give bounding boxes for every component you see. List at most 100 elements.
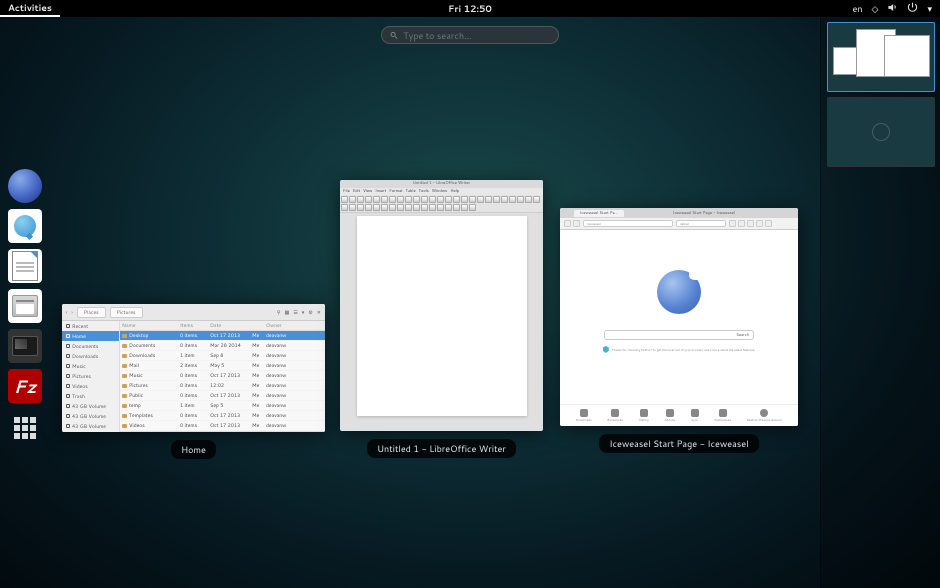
toolbar-button[interactable]	[517, 196, 524, 203]
gear-icon[interactable]: ⚙	[308, 309, 312, 316]
toolbar-button[interactable]	[341, 196, 348, 203]
menu-item[interactable]: File	[343, 189, 350, 194]
window-files[interactable]: ‹ › Places Pictures ⚲ ▦ ☰ ▾ ⚙ ✕ RecentHo…	[62, 304, 325, 459]
sidebar-item[interactable]: Trash	[62, 391, 119, 401]
dock-libreoffice[interactable]	[7, 248, 43, 284]
toolbar-button[interactable]	[357, 196, 364, 203]
toolbar-button[interactable]	[381, 196, 388, 203]
workspace-1[interactable]	[827, 22, 935, 92]
toolbar-button[interactable]	[373, 204, 380, 211]
toolbar-button[interactable]	[453, 196, 460, 203]
toolbar-button[interactable]	[437, 204, 444, 211]
sidebar-item[interactable]: Music	[62, 361, 119, 371]
menu-item[interactable]: Window	[432, 189, 448, 194]
apps-grid-button[interactable]	[11, 414, 39, 442]
toolbar-button[interactable]	[413, 196, 420, 203]
sidebar-item[interactable]: Downloads	[62, 351, 119, 361]
table-row[interactable]: Music0 itemsOct 17 2013Medeavanw	[120, 371, 325, 381]
toolbar-button[interactable]	[461, 196, 468, 203]
table-row[interactable]: Videos0 itemsOct 17 2013Medeavanw	[120, 421, 325, 431]
dock-terminal[interactable]	[7, 328, 43, 364]
bookmark-button[interactable]	[756, 220, 763, 227]
home-button[interactable]	[738, 220, 745, 227]
clock[interactable]: Fri 12:50	[448, 2, 492, 15]
writer-toolbar[interactable]	[340, 195, 543, 213]
table-row[interactable]: Pictures0 items12:02Medeavanw	[120, 381, 325, 391]
view-grid-icon[interactable]: ▦	[285, 309, 290, 316]
footer-item[interactable]: Bookmarks	[607, 409, 623, 422]
overview-search[interactable]	[381, 26, 559, 44]
volume-icon[interactable]	[887, 2, 898, 16]
toolbar-button[interactable]	[533, 196, 540, 203]
toolbar-button[interactable]	[381, 204, 388, 211]
back-button[interactable]	[564, 220, 571, 227]
reload-button[interactable]	[729, 220, 736, 227]
table-row[interactable]: temp1 itemSep 5Medeavanw	[120, 401, 325, 411]
menu-item[interactable]: Edit	[353, 189, 360, 194]
browser-tab[interactable]: Iceweasel Start Pa...	[574, 210, 624, 217]
path-button[interactable]: Pictures	[110, 307, 143, 318]
forward-button[interactable]: ›	[71, 309, 72, 316]
toolbar-button[interactable]	[421, 204, 428, 211]
sidebar-item[interactable]: Home	[62, 331, 119, 341]
toolbar-button[interactable]	[485, 196, 492, 203]
chevron-down-icon[interactable]: ▾	[302, 309, 305, 316]
sidebar-item[interactable]: Recent	[62, 321, 119, 331]
toolbar-button[interactable]	[365, 204, 372, 211]
footer-item[interactable]: Downloads	[576, 409, 592, 422]
status-area[interactable]: en ◇ ▾	[853, 2, 932, 16]
power-icon[interactable]	[907, 2, 918, 16]
menu-item[interactable]: Format	[389, 189, 402, 194]
toolbar-button[interactable]	[445, 196, 452, 203]
toolbar-button[interactable]	[429, 204, 436, 211]
close-icon[interactable]: ✕	[317, 309, 321, 316]
toolbar-button[interactable]	[421, 196, 428, 203]
toolbar-button[interactable]	[469, 204, 476, 211]
footer-item[interactable]: Sync	[691, 409, 699, 422]
sidebar-item[interactable]: Pictures	[62, 371, 119, 381]
toolbar-button[interactable]	[397, 204, 404, 211]
url-bar[interactable]: Iceweasel	[583, 220, 673, 227]
toolbar-button[interactable]	[477, 196, 484, 203]
toolbar-button[interactable]	[469, 196, 476, 203]
table-row[interactable]: Public0 itemsOct 17 2013Medeavanw	[120, 391, 325, 401]
menu-item[interactable]: View	[363, 189, 372, 194]
table-row[interactable]: Mail2 itemsMay 5Medeavanw	[120, 361, 325, 371]
sidebar-item[interactable]: 43 GB Volume	[62, 411, 119, 421]
toolbar-button[interactable]	[349, 204, 356, 211]
toolbar-button[interactable]	[525, 196, 532, 203]
toolbar-button[interactable]	[445, 204, 452, 211]
footer-item[interactable]: Preferences	[714, 409, 731, 422]
dock-files[interactable]	[7, 288, 43, 324]
table-row[interactable]: Downloads1 itemSep 8Medeavanw	[120, 351, 325, 361]
toolbar-button[interactable]	[389, 204, 396, 211]
restore-session[interactable]: Restore Previous Session	[747, 409, 782, 422]
dock-filezilla[interactable]: Fz	[7, 368, 43, 404]
toolbar-button[interactable]	[365, 196, 372, 203]
forward-button[interactable]	[573, 220, 580, 227]
toolbar-button[interactable]	[453, 204, 460, 211]
table-row[interactable]: Templates0 itemsOct 17 2013Medeavanw	[120, 411, 325, 421]
footer-item[interactable]: Addons	[664, 409, 675, 422]
sidebar-item[interactable]: Videos	[62, 381, 119, 391]
toolbar-button[interactable]	[397, 196, 404, 203]
sidebar-item[interactable]: 43 GB Volume	[62, 421, 119, 431]
start-search[interactable]: Search	[604, 330, 754, 340]
toolbar-button[interactable]	[341, 204, 348, 211]
search-input[interactable]	[403, 29, 550, 42]
toolbar-button[interactable]	[437, 196, 444, 203]
toolbar-button[interactable]	[509, 196, 516, 203]
dock-iceweasel[interactable]	[7, 168, 43, 204]
view-list-icon[interactable]: ☰	[293, 309, 297, 316]
sidebar-item[interactable]: 43 GB Volume	[62, 401, 119, 411]
table-row[interactable]: Desktop0 itemsOct 17 2013Medeavanw	[120, 331, 325, 341]
window-browser[interactable]: Iceweasel Start Pa... Iceweasel Start Pa…	[560, 208, 798, 453]
toolbar-button[interactable]	[405, 196, 412, 203]
toolbar-button[interactable]	[373, 196, 380, 203]
activities-button[interactable]: Activities	[0, 0, 60, 17]
language-indicator[interactable]: en	[853, 2, 863, 15]
search-icon[interactable]: ⚲	[277, 309, 281, 316]
shield-icon[interactable]: ◇	[872, 2, 879, 15]
toolbar-button[interactable]	[493, 196, 500, 203]
toolbar-button[interactable]	[389, 196, 396, 203]
